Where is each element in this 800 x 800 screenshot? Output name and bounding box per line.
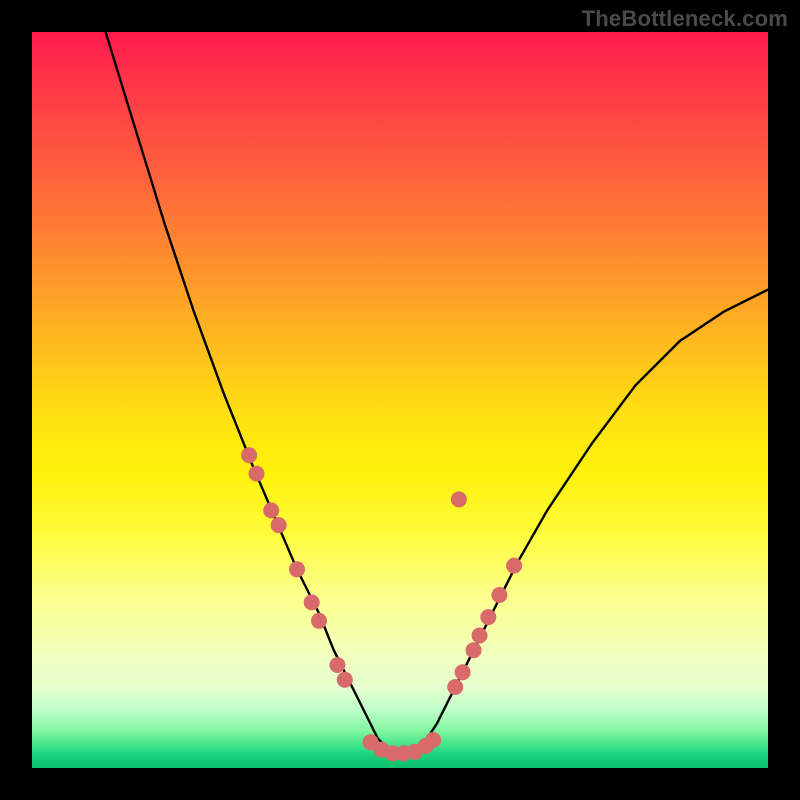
data-point [425,732,441,748]
data-point [241,447,257,463]
data-point [304,594,320,610]
plot-area [32,32,768,768]
data-point [491,587,507,603]
data-point [289,561,305,577]
data-point [506,558,522,574]
data-point [249,466,265,482]
data-markers [241,447,522,761]
data-point [451,491,467,507]
data-point [263,502,279,518]
data-point [447,679,463,695]
curve-svg [32,32,768,768]
data-point [271,517,287,533]
data-point [480,609,496,625]
data-point [472,628,488,644]
chart-frame: TheBottleneck.com [0,0,800,800]
watermark-text: TheBottleneck.com [582,6,788,32]
data-point [329,657,345,673]
data-point [466,642,482,658]
data-point [337,672,353,688]
bottleneck-curve [106,32,768,753]
data-point [311,613,327,629]
data-point [455,664,471,680]
